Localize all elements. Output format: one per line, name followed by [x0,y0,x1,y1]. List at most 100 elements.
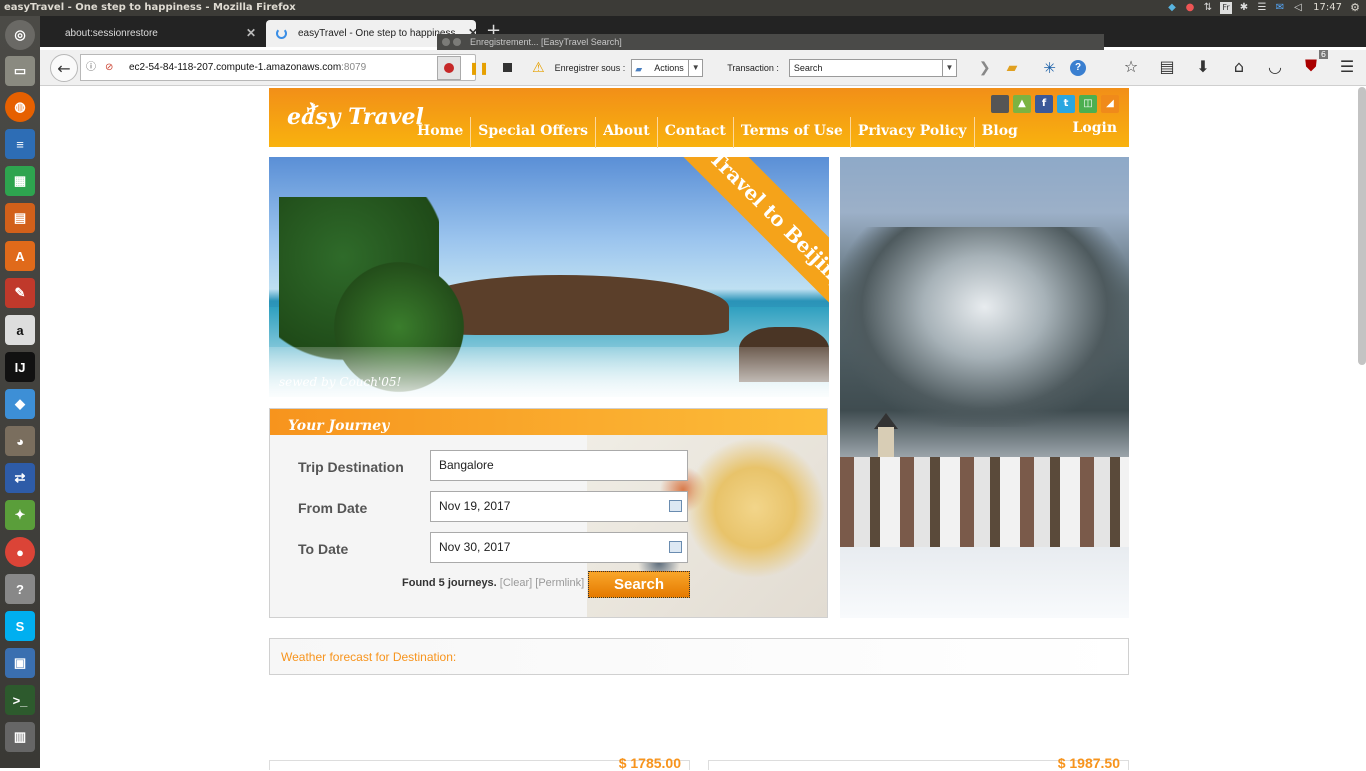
remote-desktop-icon[interactable]: ⇄ [5,463,35,493]
hamburger-menu-icon[interactable]: ☰ [1336,57,1358,76]
destination-value: Bangalore [439,458,494,472]
actions-select[interactable]: ▰ Actions ▼ [631,58,704,77]
social-icons: ▲ f t ◫ ◢ [991,95,1119,113]
wifi-icon[interactable]: ☰ [1256,2,1268,14]
calendar-icon[interactable] [669,500,682,512]
twitter-icon[interactable]: t [1057,95,1075,113]
ubuntu-dash-icon[interactable]: ◎ [5,20,35,50]
chrome-icon[interactable]: ● [5,537,35,567]
nav-contact[interactable]: Contact [658,117,734,148]
writer-icon[interactable]: ≡ [5,129,35,159]
volume-icon[interactable]: ◁ [1292,2,1304,14]
warning-icon[interactable]: ⚠ [532,59,545,76]
browser-right-toolbar: ☆ ▤ ⬇ ⌂ ◡ ⛊ 6 ☰ [1120,50,1358,76]
reader-list-icon[interactable]: ▤ [1156,57,1178,76]
home-icon[interactable]: ⌂ [1228,57,1250,76]
page-scrollbar[interactable] [1358,87,1366,365]
nav-privacy-policy[interactable]: Privacy Policy [851,117,975,148]
minimize-dot-icon[interactable] [453,38,461,46]
from-date-input[interactable]: Nov 19, 2017 [430,491,688,522]
tab-sessionrestore[interactable]: about:sessionrestore ✕ [40,20,262,47]
found-text: Found 5 journeys. [402,577,497,589]
chrome-tray-icon[interactable]: ● [1184,2,1196,14]
back-button[interactable]: ← [50,54,78,82]
close-icon[interactable]: ✕ [246,20,256,47]
nav-home[interactable]: Home [409,117,472,148]
system-tray: ◆ ● ⇅ Fr ✱ ☰ ✉ ◁ [1166,2,1304,14]
trash-icon[interactable]: ▥ [5,722,35,752]
power-gear-icon[interactable]: ⚙ [1350,0,1360,16]
intellij-icon[interactable]: IJ [5,352,35,382]
settings-icon[interactable]: ✎ [5,278,35,308]
calc-icon[interactable]: ▦ [5,166,35,196]
open-folder-icon[interactable]: ▰ [1007,59,1018,76]
vm-icon[interactable]: ▣ [5,648,35,678]
pause-icon[interactable]: ❚❚ [469,61,489,75]
insecure-lock-icon[interactable]: ⊘ [105,55,113,80]
offer-card[interactable]: $ 1785.00 [269,755,690,771]
help-icon[interactable]: ? [5,574,35,604]
impress-icon[interactable]: ▤ [5,203,35,233]
stop-icon[interactable] [503,63,513,72]
transaction-select[interactable]: Search ▼ [788,58,957,77]
app-launcher: ◎ ▭ ◍ ≡ ▦ ▤ A ✎ a IJ ◆ ◕ ⇄ ✦ ● ? S ▣ >_ … [0,16,40,768]
apple-icon[interactable] [991,95,1009,113]
winter-snow [840,547,1129,618]
nav-about[interactable]: About [596,117,658,148]
to-date-input[interactable]: Nov 30, 2017 [430,532,688,563]
nav-blog[interactable]: Blog [975,117,1025,148]
winter-town [840,457,1129,547]
download-arrow-icon[interactable]: ⬇ [1192,57,1214,76]
software-center-icon[interactable]: A [5,241,35,271]
offer-price: $ 1987.50 [1057,755,1120,771]
destination-label: Trip Destination [298,459,404,475]
bluetooth-icon[interactable]: ✱ [1238,2,1250,14]
dropbox-tray-icon[interactable]: ◆ [1166,2,1178,14]
destination-input[interactable]: Bangalore [430,450,688,481]
snap-icon[interactable]: ✳ [1043,59,1056,77]
facebook-icon[interactable]: f [1035,95,1053,113]
close-dot-icon[interactable] [442,38,450,46]
clear-link[interactable]: [Clear] [500,577,532,589]
flickr-icon[interactable]: ◫ [1079,95,1097,113]
pinwheel-icon[interactable]: ✦ [5,500,35,530]
forward-arrow-icon[interactable]: ❯ [979,59,991,76]
mail-icon[interactable]: ✉ [1274,2,1286,14]
terminal-icon[interactable]: >_ [5,685,35,715]
network-tray-icon[interactable]: ⇅ [1202,2,1214,14]
record-button[interactable] [437,55,461,80]
search-button[interactable]: Search [588,571,690,598]
window-controls [442,38,461,46]
bookmark-star-icon[interactable]: ☆ [1120,57,1142,76]
keyboard-layout-icon[interactable]: Fr [1220,2,1232,14]
dropbox-icon[interactable]: ◆ [5,389,35,419]
skype-icon[interactable]: S [5,611,35,641]
save-as-label: Enregistrer sous : [554,62,626,73]
permalink[interactable]: [Permlink] [535,577,584,589]
rss-icon[interactable]: ◢ [1101,95,1119,113]
window-title: easyTravel - One step to happiness - Moz… [4,2,296,13]
login-link[interactable]: Login [1073,120,1117,136]
calendar-icon[interactable] [669,541,682,553]
pocket-icon[interactable]: ◡ [1264,57,1286,76]
site-logo[interactable]: ✈ easy Travel [287,97,424,130]
nav-special-offers[interactable]: Special Offers [471,117,597,148]
main-nav: Home Special Offers About Contact Terms … [409,117,1025,148]
hero-banner[interactable]: Travel to Beijing sewed by Couch'05! [269,157,829,397]
gimp-icon[interactable]: ◕ [5,426,35,456]
clock[interactable]: 17:47 [1313,0,1342,16]
android-icon[interactable]: ▲ [1013,95,1031,113]
winter-promo-image[interactable] [840,157,1129,618]
hero-credit: sewed by Couch'05! [279,375,402,389]
url-bar[interactable]: ⓘ ⊘ ec2-54-84-118-207.compute-1.amazonaw… [80,54,476,81]
nav-terms-of-use[interactable]: Terms of Use [734,117,851,148]
ublock-icon[interactable]: ⛊ 6 [1300,50,1328,76]
offer-card[interactable]: $ 1987.50 [708,755,1129,771]
ublock-badge: 6 [1318,50,1328,59]
help-circle-icon[interactable]: ? [1070,59,1086,76]
amazon-icon[interactable]: a [5,315,35,345]
site-header: ✈ easy Travel ▲ f t ◫ ◢ Home Special Off… [269,88,1129,148]
firefox-icon[interactable]: ◍ [5,92,35,122]
info-icon[interactable]: ⓘ [86,55,96,80]
files-icon[interactable]: ▭ [5,56,35,86]
